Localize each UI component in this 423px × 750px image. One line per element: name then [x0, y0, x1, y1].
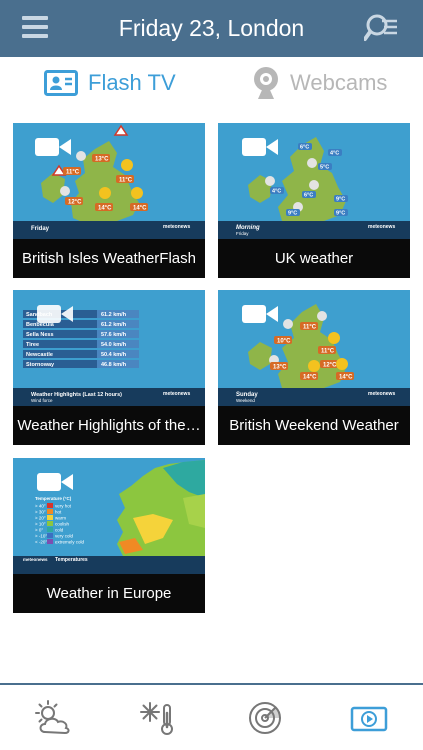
temp-label: 4°C	[330, 151, 339, 157]
temp-label: 9°C	[288, 211, 297, 217]
legend-range: > 0°	[35, 528, 43, 533]
legend-range: > -10°	[35, 534, 47, 539]
video-card-uk-weather[interactable]: 4°C 6°C 5°C 4°C 6°C 9°C 9°C 9°C Morning …	[218, 123, 410, 278]
brand-logo: meteonews	[368, 224, 395, 230]
video-card-british-weekend[interactable]: 11°C 10°C 11°C 13°C 12°C 14°C 14°C Sunda…	[218, 290, 410, 445]
sun-cloud-icon	[35, 700, 70, 735]
wind-value: 54.0 km/h	[101, 342, 127, 348]
video-card-weather-highlights[interactable]: Sandbach 61.2 km/h Benbecula 61.2 km/h S…	[13, 290, 205, 445]
legend-label: coolish	[55, 522, 70, 527]
wind-value: 50.4 km/h	[101, 352, 127, 358]
tab-flash-tv[interactable]: Flash TV	[44, 57, 176, 109]
temp-label: 12°C	[68, 200, 82, 206]
station-name: Sella Ness	[26, 332, 54, 338]
legend-label: extremely cold	[55, 540, 85, 545]
bottom-navigation	[0, 683, 423, 750]
video-title: UK weather	[274, 250, 354, 267]
footer-label: Temperatures	[55, 557, 88, 563]
brand-logo: meteonews	[163, 224, 190, 230]
legend-range: < -20°	[35, 540, 47, 545]
temp-label: 11°C	[66, 170, 80, 176]
wind-value: 61.2 km/h	[101, 312, 127, 318]
video-play-icon	[350, 706, 388, 732]
temp-label: 6°C	[300, 145, 309, 151]
temp-label: 14°C	[339, 375, 353, 381]
tab-webcams[interactable]: Webcams	[252, 57, 387, 109]
wind-value: 46.8 km/h	[101, 362, 127, 368]
nav-video[interactable]	[350, 699, 390, 737]
temp-label: 9°C	[336, 197, 345, 203]
nav-snow[interactable]	[138, 699, 178, 737]
brand-logo: meteonews	[23, 557, 48, 562]
video-title: British Weekend Weather	[229, 417, 399, 434]
radar-icon	[249, 702, 281, 734]
legend-range: > 10°	[35, 522, 46, 527]
page-title: Friday 23, London	[118, 15, 305, 41]
nav-forecast[interactable]	[33, 699, 73, 737]
video-title: Weather Highlights of the…	[17, 417, 201, 434]
day-sub-label: Friday	[236, 231, 249, 236]
temp-label: 10°C	[277, 339, 291, 345]
station-name: Tiree	[26, 342, 39, 348]
wind-value: 57.6 km/h	[101, 332, 127, 338]
video-thumbnail: 4°C 6°C 5°C 4°C 6°C 9°C 9°C 9°C Morning …	[218, 123, 410, 239]
video-title: Weather in Europe	[46, 585, 172, 602]
temp-label: 13°C	[273, 365, 287, 371]
temp-label: 14°C	[303, 375, 317, 381]
temp-label: 12°C	[323, 363, 337, 369]
temp-label: 5°C	[320, 165, 329, 171]
brand-logo: meteonews	[368, 391, 395, 397]
video-card-british-isles[interactable]: 13°C 11°C 11°C 12°C 14°C 14°C Friday met…	[13, 123, 205, 278]
nav-radar[interactable]	[245, 699, 285, 737]
video-card-weather-europe[interactable]: Temperature (°C) > 40° very hot > 30° ho…	[13, 458, 205, 613]
legend-label: warm	[55, 516, 66, 521]
video-thumbnail: 11°C 10°C 11°C 13°C 12°C 14°C 14°C Sunda…	[218, 290, 410, 406]
tab-bar: Flash TV Webcams	[0, 57, 423, 109]
day-label: Friday	[31, 226, 50, 232]
temp-label: 11°C	[119, 178, 133, 184]
temp-label: 6°C	[304, 193, 313, 199]
temp-label: 9°C	[336, 211, 345, 217]
temp-label: 11°C	[303, 325, 317, 331]
tab-webcams-label: Webcams	[290, 70, 388, 95]
legend-label: very cold	[55, 534, 74, 539]
wind-value: 61.2 km/h	[101, 322, 127, 328]
snow-thermometer-icon	[140, 702, 173, 735]
tab-flash-tv-label: Flash TV	[88, 70, 176, 95]
legend-range: > 20°	[35, 516, 46, 521]
temp-label: 13°C	[95, 157, 109, 163]
video-thumbnail: Temperature (°C) > 40° very hot > 30° ho…	[13, 458, 205, 574]
video-title: British Isles WeatherFlash	[22, 250, 196, 267]
legend-title: Temperature (°C)	[35, 496, 72, 501]
station-name: Stornoway	[26, 362, 55, 368]
legend-label: hot	[55, 510, 62, 515]
brand-logo: meteonews	[163, 391, 190, 397]
legend-label: cold	[55, 528, 64, 533]
temp-label: 11°C	[321, 349, 335, 355]
temp-label: 14°C	[98, 206, 112, 212]
temp-label: 4°C	[272, 189, 281, 195]
temp-label: 14°C	[133, 206, 147, 212]
legend-label: very hot	[55, 504, 72, 509]
video-thumbnail: Sandbach 61.2 km/h Benbecula 61.2 km/h S…	[13, 290, 205, 406]
video-thumbnail: 13°C 11°C 11°C 12°C 14°C 14°C Friday met…	[13, 123, 205, 239]
webcam-icon	[254, 67, 278, 99]
top-bar: Friday 23, London	[0, 0, 423, 57]
search-list-icon[interactable]	[363, 12, 400, 44]
tv-presenter-icon	[44, 70, 78, 96]
highlights-subtitle: Wind force	[31, 398, 53, 403]
legend-range: > 40°	[35, 504, 46, 509]
legend-range: > 30°	[35, 510, 46, 515]
day-sub-label: Weekend	[236, 398, 255, 403]
station-name: Newcastle	[26, 352, 53, 358]
